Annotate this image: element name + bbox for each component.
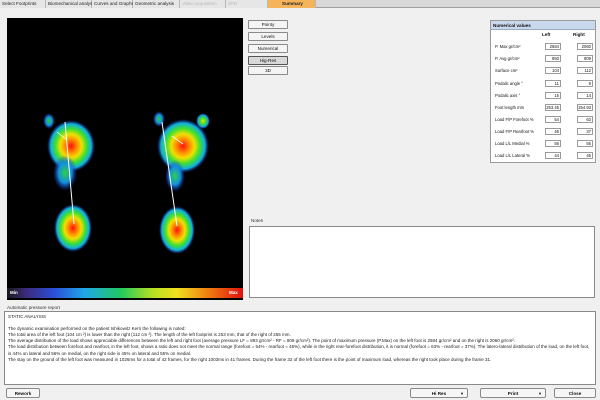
- left-value-field[interactable]: 54: [545, 116, 561, 123]
- right-value-field[interactable]: 112: [577, 67, 593, 74]
- tab-3pd: 3PD: [226, 0, 268, 8]
- left-value-field[interactable]: 104: [545, 67, 561, 74]
- numerical-row: Load F/P Forefoot % 54 63: [493, 116, 595, 124]
- row-label: Foot length mm: [495, 105, 525, 110]
- tab-geometric-analysis[interactable]: Geometric analysis: [133, 0, 180, 8]
- scale-max-label: Max: [229, 290, 238, 295]
- right-footprint: [153, 111, 210, 254]
- print-label: Print: [507, 391, 519, 396]
- close-button[interactable]: Close: [554, 388, 596, 398]
- tab-curves-and-graphs[interactable]: Curves and Graphs: [92, 0, 134, 8]
- right-value-field[interactable]: 809: [577, 55, 593, 62]
- right-value-field[interactable]: 9: [577, 80, 593, 87]
- pointy-button[interactable]: Pointy: [248, 20, 288, 29]
- left-value-field[interactable]: 56: [545, 140, 561, 147]
- row-label: Load L/L Lateral %: [495, 153, 530, 158]
- left-value-field[interactable]: 2584: [545, 43, 561, 50]
- left-value-field[interactable]: 253.45: [545, 104, 561, 111]
- foot-pressure-map: [7, 18, 243, 300]
- row-label: P. Max gr/cm²: [495, 44, 521, 49]
- left-value-field[interactable]: 15: [545, 92, 561, 99]
- right-value-field[interactable]: 254.93: [577, 104, 593, 111]
- notes-label: Notes: [251, 218, 264, 223]
- print-button[interactable]: Print ▼: [480, 388, 546, 398]
- numerical-row: P. Avg gr/cm² 893 809: [493, 55, 595, 63]
- pressure-report-textarea[interactable]: STATIC ANALYSIS The dynamic examination …: [4, 311, 596, 385]
- resolution-dropdown[interactable]: Hi Res ▼: [410, 388, 468, 398]
- numerical-values-panel: Numerical values Left Right P. Max gr/cm…: [490, 20, 596, 163]
- 3d-button[interactable]: 3D: [248, 66, 288, 75]
- numerical-row: Surface cm² 104 112: [493, 67, 595, 75]
- numerical-row: Podalic axis ° 15 14: [493, 92, 595, 100]
- left-column-header: Left: [542, 32, 551, 37]
- numerical-row: Load L/L Lateral % 44 45: [493, 152, 595, 160]
- row-label: Load F/P Rearfoot %: [495, 129, 535, 134]
- numerical-row: Foot length mm 253.45 254.93: [493, 104, 595, 112]
- numerical-row: Podalic angle ° 11 9: [493, 80, 595, 88]
- left-value-field[interactable]: 893: [545, 55, 561, 62]
- right-value-field[interactable]: 63: [577, 116, 593, 123]
- scale-min-label: Min: [10, 290, 18, 295]
- numerical-row: Load F/P Rearfoot % 46 37: [493, 128, 595, 136]
- left-footprint: [43, 113, 95, 252]
- numerical-row: Load L/L Medial % 56 55: [493, 140, 595, 148]
- tab-select-footprints[interactable]: Select Footprints: [0, 0, 46, 8]
- left-value-field[interactable]: 44: [545, 152, 561, 159]
- right-value-field[interactable]: 2060: [577, 43, 593, 50]
- chevron-down-icon: ▼: [538, 391, 542, 396]
- report-line: The load distribution between forefoot a…: [8, 344, 590, 356]
- row-label: P. Avg gr/cm²: [495, 56, 520, 61]
- row-label: Podalic axis °: [495, 93, 521, 98]
- row-label: Load L/L Medial %: [495, 141, 530, 146]
- pressure-heatmap: [43, 111, 210, 254]
- right-value-field[interactable]: 14: [577, 92, 593, 99]
- row-label: Load F/P Forefoot %: [495, 117, 534, 122]
- pressure-color-scale: [7, 288, 243, 298]
- right-value-field[interactable]: 45: [577, 152, 593, 159]
- right-value-field[interactable]: 55: [577, 140, 593, 147]
- numerical-values-title: Numerical values: [491, 21, 595, 30]
- numerical-row: P. Max gr/cm² 2584 2060: [493, 43, 595, 51]
- left-value-field[interactable]: 46: [545, 128, 561, 135]
- row-label: Podalic angle °: [495, 81, 523, 86]
- resolution-value: Hi Res: [431, 391, 447, 396]
- right-column-header: Right: [573, 32, 585, 37]
- hig-res-button[interactable]: Hig-Res: [248, 56, 288, 65]
- report-line: The stay on the ground of the left foot …: [8, 356, 492, 362]
- row-label: Surface cm²: [495, 68, 518, 73]
- report-label: Automatic pressure report: [7, 305, 60, 310]
- rework-button[interactable]: Rework: [6, 388, 40, 398]
- tab-video-acquisition: Video acquisition: [180, 0, 226, 8]
- left-value-field[interactable]: 11: [545, 80, 561, 87]
- tab-summary[interactable]: Summary: [268, 0, 316, 8]
- tab-bar: Select Footprints Biomechanical analysis…: [0, 0, 600, 8]
- tab-biomechanical-analysis[interactable]: Biomechanical analysis: [46, 0, 96, 8]
- right-value-field[interactable]: 37: [577, 128, 593, 135]
- chevron-down-icon: ▼: [460, 391, 464, 396]
- levels-button[interactable]: Levels: [248, 32, 288, 41]
- numerical-button[interactable]: Numerical: [248, 44, 288, 53]
- notes-textarea[interactable]: [249, 226, 595, 298]
